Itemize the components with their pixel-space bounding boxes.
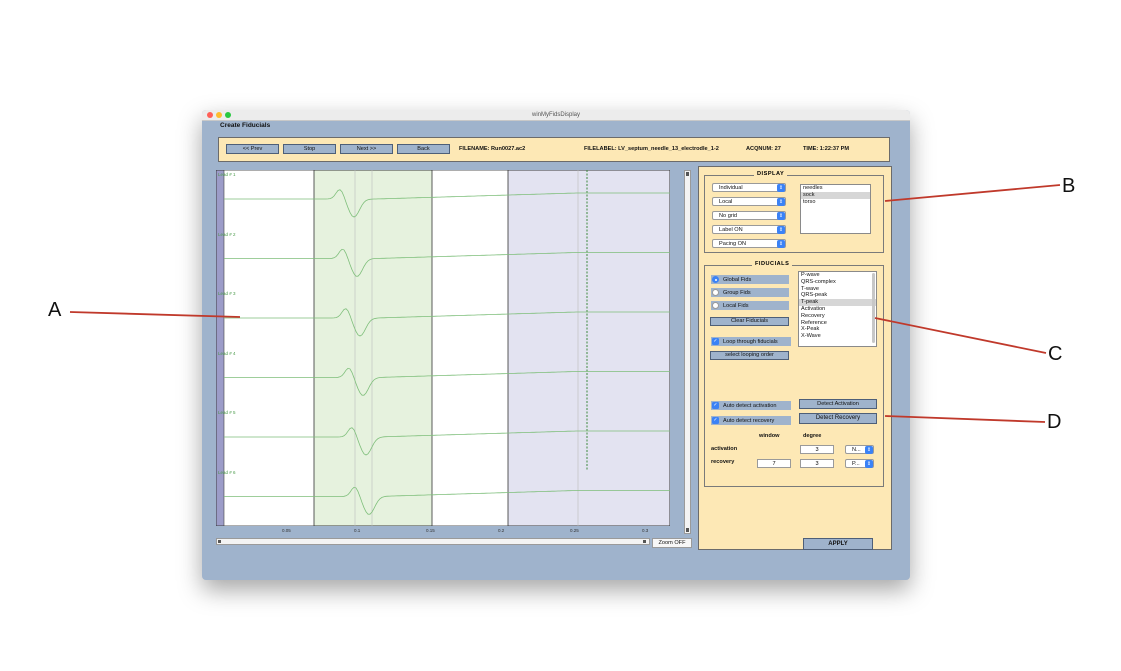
callout-lines <box>69 184 1061 423</box>
callout-line-c <box>874 317 1047 354</box>
callout-line-d <box>884 415 1046 423</box>
callout-line-a <box>69 311 241 318</box>
callout-line-b <box>884 184 1061 202</box>
